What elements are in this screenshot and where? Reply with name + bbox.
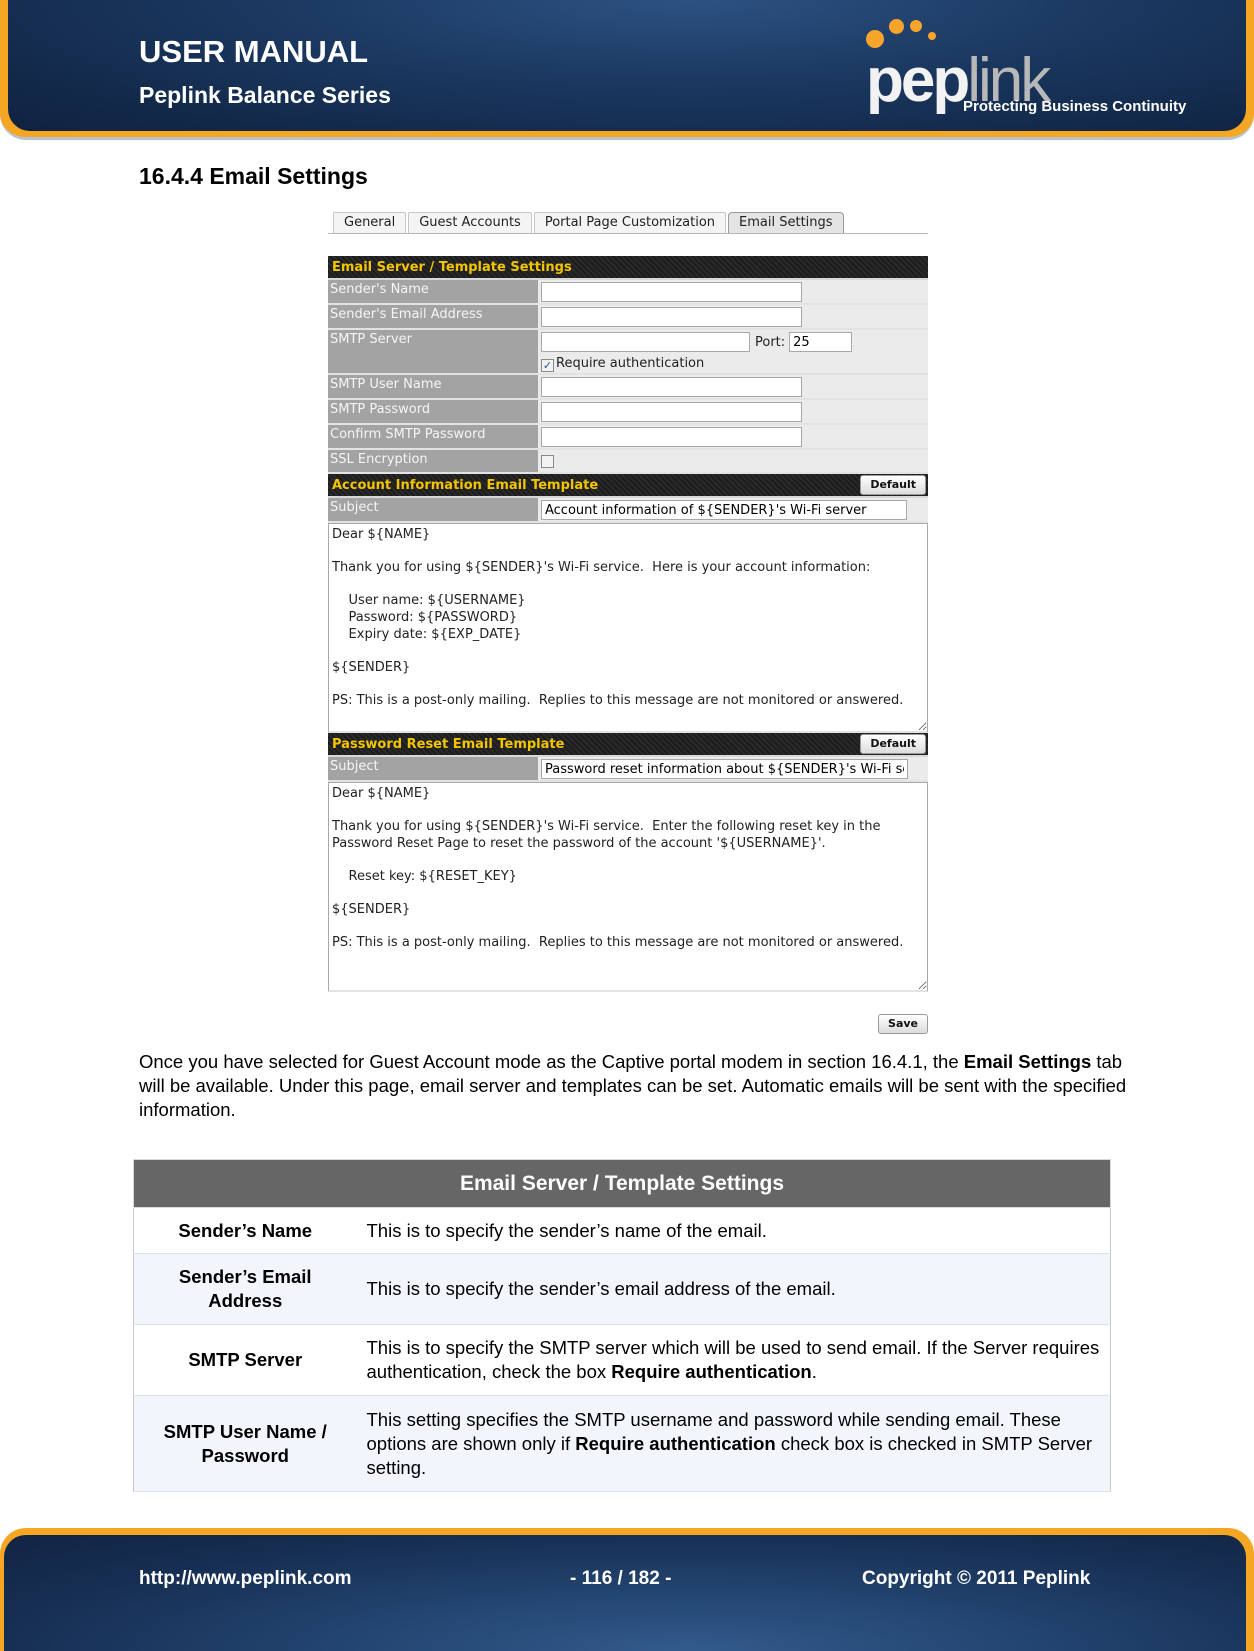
logo-dot-icon [889, 19, 904, 34]
desc-bold-text: Require authentication [611, 1361, 812, 1382]
footer-banner-background [4, 1535, 1246, 1651]
senders-email-label: Sender's Email Address [328, 305, 538, 328]
footer-page-number: - 116 / 182 - [570, 1568, 672, 1589]
settings-description-table: Email Server / Template Settings Sender’… [133, 1159, 1111, 1492]
account-template-title: Account Information Email Template [332, 477, 599, 493]
account-template-default-button[interactable]: Default [860, 475, 926, 495]
table-row-description: This is to specify the sender’s name of … [356, 1207, 1111, 1254]
smtp-server-row: SMTP Server Port: ✓Require authenticatio… [328, 330, 928, 375]
account-template-header: Account Information Email Template Defau… [328, 474, 928, 498]
require-authentication-checkbox[interactable]: ✓ [541, 359, 554, 372]
peplink-logo: peplink Protecting Business Continuity [866, 16, 1206, 120]
reset-subject-label: Subject [328, 757, 538, 780]
manual-title: USER MANUAL [139, 34, 369, 69]
desc-bold-text: Require authentication [575, 1432, 776, 1454]
reset-subject-row: Subject [328, 757, 928, 782]
port-label: Port: [755, 334, 786, 350]
senders-email-input[interactable] [541, 307, 802, 327]
logo-dot-icon [910, 20, 922, 32]
table-row: Sender’s Email Address This is to specif… [133, 1253, 1111, 1325]
smtp-user-input[interactable] [541, 377, 802, 397]
table-row-key-text: Sender’s Email Address [178, 1266, 312, 1311]
smtp-password-input[interactable] [541, 402, 802, 422]
ssl-encryption-row: SSL Encryption [328, 450, 928, 474]
port-input[interactable] [789, 332, 853, 352]
account-subject-label: Subject [328, 498, 538, 521]
senders-name-row: Sender's Name [328, 280, 928, 305]
save-button[interactable]: Save [878, 1014, 928, 1034]
table-row: SMTP Server This is to specify the SMTP … [133, 1324, 1111, 1396]
tab-general[interactable]: General [333, 212, 407, 233]
senders-name-input[interactable] [541, 282, 802, 302]
reset-template-title: Password Reset Email Template [332, 736, 565, 752]
account-subject-input[interactable] [541, 500, 907, 520]
tab-portal-page-customization[interactable]: Portal Page Customization [533, 212, 727, 233]
table-row-key-text: SMTP User Name / Password [163, 1420, 327, 1466]
table-row-key: Sender’s Email Address [133, 1253, 357, 1325]
manual-subtitle: Peplink Balance Series [139, 82, 391, 108]
smtp-server-input[interactable] [541, 332, 750, 352]
ssl-encryption-label: SSL Encryption [328, 450, 538, 472]
email-server-settings-header: Email Server / Template Settings [328, 256, 928, 280]
email-server-settings-title: Email Server / Template Settings [332, 259, 572, 275]
table-row: SMTP User Name / Password This setting s… [133, 1395, 1111, 1492]
table-row-description: This is to specify the SMTP server which… [356, 1324, 1111, 1396]
description-paragraph: Once you have selected for Guest Account… [139, 1050, 1129, 1122]
confirm-password-input[interactable] [541, 427, 802, 447]
footer-copyright: Copyright © 2011 Peplink [862, 1568, 1091, 1589]
smtp-user-label: SMTP User Name [328, 375, 538, 398]
table-row: Sender’s Name This is to specify the sen… [133, 1207, 1111, 1254]
account-subject-row: Subject [328, 498, 928, 523]
email-settings-screenshot: General Guest Accounts Portal Page Custo… [328, 212, 928, 1034]
tab-bar: General Guest Accounts Portal Page Custo… [328, 212, 928, 234]
reset-template-default-button[interactable]: Default [860, 734, 926, 754]
smtp-server-label: SMTP Server [328, 330, 538, 373]
tab-guest-accounts[interactable]: Guest Accounts [408, 212, 532, 233]
logo-wordmark-pep: pep [866, 46, 970, 115]
reset-template-header: Password Reset Email Template Default [328, 733, 928, 757]
logo-tagline: Protecting Business Continuity [963, 98, 1187, 115]
table-row-description: This is to specify the sender’s email ad… [356, 1253, 1111, 1325]
ssl-encryption-checkbox[interactable] [541, 455, 554, 468]
confirm-password-label: Confirm SMTP Password [328, 425, 538, 448]
paragraph-text: Once you have selected for Guest Account… [139, 1051, 964, 1072]
table-row-key: Sender’s Name [133, 1207, 357, 1254]
smtp-user-row: SMTP User Name [328, 375, 928, 400]
tab-email-settings[interactable]: Email Settings [728, 212, 844, 233]
reset-subject-input[interactable] [541, 759, 908, 779]
confirm-password-row: Confirm SMTP Password [328, 425, 928, 450]
senders-email-row: Sender's Email Address [328, 305, 928, 330]
footer-url-link[interactable]: http://www.peplink.com [139, 1568, 352, 1590]
reset-template-body[interactable]: Dear ${NAME} Thank you for using ${SENDE… [328, 782, 928, 992]
table-title: Email Server / Template Settings [133, 1159, 1111, 1208]
table-row-key: SMTP User Name / Password [133, 1395, 357, 1492]
require-authentication-label: Require authentication [556, 356, 705, 371]
logo-dot-icon [928, 32, 936, 40]
smtp-password-label: SMTP Password [328, 400, 538, 423]
senders-name-label: Sender's Name [328, 280, 538, 303]
paragraph-bold-text: Email Settings [963, 1051, 1092, 1072]
section-title: 16.4.4 Email Settings [139, 163, 368, 189]
account-template-body[interactable]: Dear ${NAME} Thank you for using ${SENDE… [328, 523, 928, 733]
table-row-key: SMTP Server [133, 1324, 357, 1396]
smtp-password-row: SMTP Password [328, 400, 928, 425]
desc-text: . [811, 1361, 817, 1382]
table-row-description: This setting specifies the SMTP username… [356, 1395, 1111, 1492]
email-server-settings-panel: Email Server / Template Settings Sender'… [328, 256, 928, 992]
